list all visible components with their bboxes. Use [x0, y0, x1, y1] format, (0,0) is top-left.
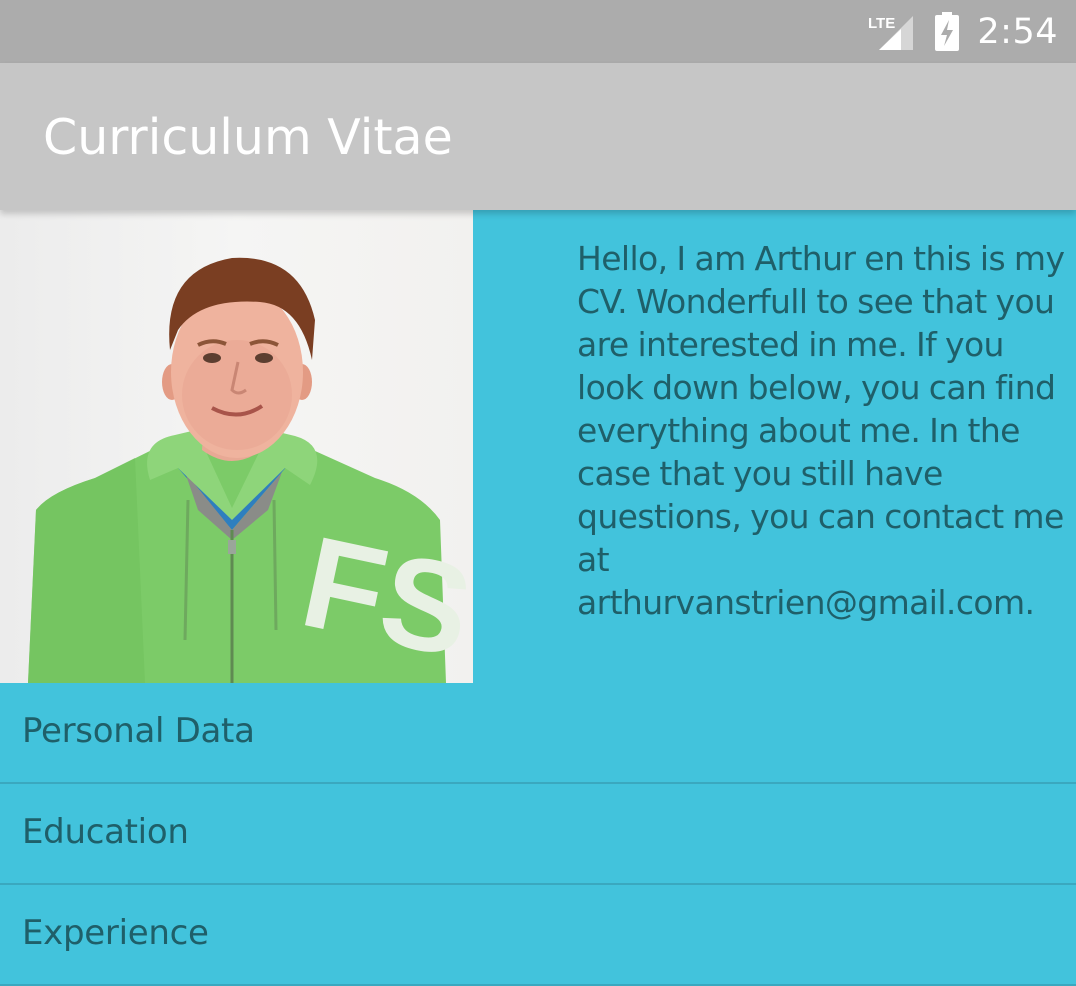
svg-text:LTE: LTE	[868, 15, 895, 32]
battery-charging-icon	[935, 11, 960, 51]
app-bar: Curriculum Vitae	[0, 63, 1076, 210]
section-education[interactable]: Education	[0, 784, 1076, 885]
section-label: Personal Data	[22, 711, 255, 751]
status-icons: LTE 2:54	[867, 0, 1058, 63]
portrait-photo: FS	[0, 210, 473, 683]
app-title: Curriculum Vitae	[43, 109, 453, 166]
lte-signal-icon: LTE	[868, 15, 914, 50]
status-bar: LTE 2:54	[0, 0, 1076, 63]
section-label: Education	[22, 812, 189, 852]
section-experience[interactable]: Experience	[0, 885, 1076, 986]
status-time: 2:54	[977, 11, 1058, 52]
section-label: Experience	[22, 913, 209, 953]
intro-text: Hello, I am Arthur en this is my CV. Won…	[577, 239, 1065, 622]
section-list: Personal Data Education Experience	[0, 683, 1076, 986]
section-personal-data[interactable]: Personal Data	[0, 683, 1076, 784]
